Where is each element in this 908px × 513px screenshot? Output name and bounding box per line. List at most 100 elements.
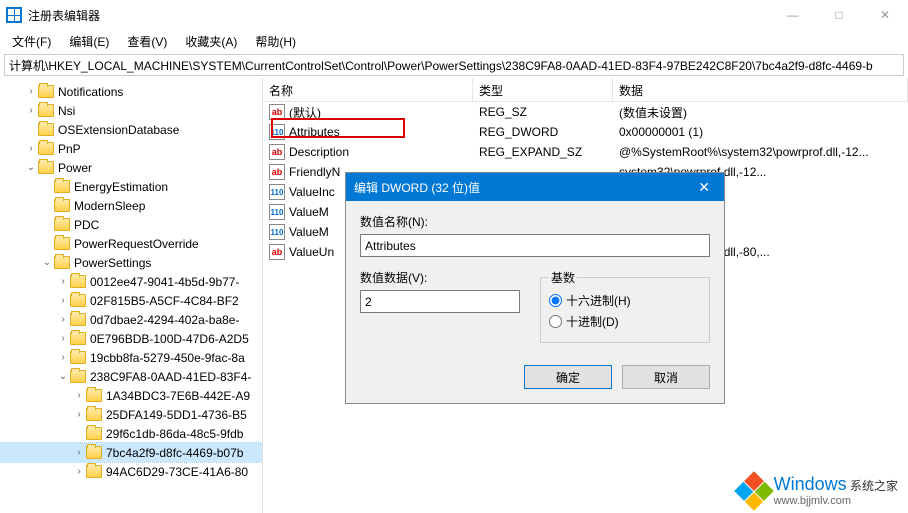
window-title: 注册表编辑器: [28, 7, 770, 24]
chevron-icon[interactable]: [56, 314, 70, 325]
ok-button[interactable]: 确定: [524, 365, 612, 389]
cancel-button[interactable]: 取消: [622, 365, 710, 389]
chevron-icon[interactable]: [40, 257, 54, 268]
list-row[interactable]: abDescriptionREG_EXPAND_SZ@%SystemRoot%\…: [263, 142, 908, 162]
watermark-text: Windows 系统之家 www.bjjmlv.com: [774, 474, 898, 507]
watermark-logo-icon: [734, 471, 774, 511]
col-header-data[interactable]: 数据: [613, 78, 908, 101]
radio-dec-input[interactable]: [549, 315, 562, 328]
tree-item[interactable]: 7bc4a2f9-d8fc-4469-b07b: [0, 443, 262, 462]
tree-item-label: Notifications: [58, 85, 123, 99]
string-value-icon: ab: [269, 164, 285, 180]
window-controls: — □ ✕: [770, 0, 908, 30]
chevron-icon[interactable]: [72, 447, 86, 458]
col-header-type[interactable]: 类型: [473, 78, 613, 101]
tree-item-label: ModernSleep: [74, 199, 145, 213]
binary-value-icon: 110: [269, 224, 285, 240]
folder-icon: [54, 237, 70, 250]
chevron-icon[interactable]: [56, 352, 70, 363]
value-type: REG_DWORD: [473, 125, 613, 139]
tree-item[interactable]: 25DFA149-5DD1-4736-B5: [0, 405, 262, 424]
tree-item-label: 19cbb8fa-5279-450e-9fac-8a: [90, 351, 245, 365]
chevron-icon[interactable]: [56, 371, 70, 382]
value-type: REG_SZ: [473, 105, 613, 119]
value-name-label: 数值名称(N):: [360, 213, 710, 230]
tree-item[interactable]: 29f6c1db-86da-48c5-9fdb: [0, 424, 262, 443]
menu-edit[interactable]: 编辑(E): [61, 31, 117, 52]
app-icon: [6, 7, 22, 23]
value-name: FriendlyN: [289, 165, 340, 179]
dialog-close-button[interactable]: ✕: [692, 179, 716, 196]
list-row[interactable]: 110AttributesREG_DWORD0x00000001 (1): [263, 122, 908, 142]
menu-help[interactable]: 帮助(H): [247, 31, 304, 52]
menu-favorites[interactable]: 收藏夹(A): [177, 31, 245, 52]
value-name: ValueInc: [289, 185, 335, 199]
folder-icon: [38, 104, 54, 117]
chevron-icon[interactable]: [56, 295, 70, 306]
tree-item-label: 1A34BDC3-7E6B-442E-A9: [106, 389, 250, 403]
close-button[interactable]: ✕: [862, 0, 908, 30]
maximize-button[interactable]: □: [816, 0, 862, 30]
folder-icon: [70, 332, 86, 345]
tree-item-label: PnP: [58, 142, 81, 156]
string-value-icon: ab: [269, 104, 285, 120]
address-bar[interactable]: 计算机\HKEY_LOCAL_MACHINE\SYSTEM\CurrentCon…: [4, 54, 904, 76]
tree-item[interactable]: PnP: [0, 139, 262, 158]
chevron-icon[interactable]: [56, 333, 70, 344]
title-bar: 注册表编辑器 — □ ✕: [0, 0, 908, 30]
tree-view[interactable]: Notifications NsiOSExtensionDatabase PnP Po…: [0, 78, 263, 513]
chevron-icon[interactable]: [24, 86, 38, 97]
dialog-body: 数值名称(N): 数值数据(V): 基数 十六进制(H) 十进制(D): [346, 201, 724, 355]
chevron-icon[interactable]: [72, 409, 86, 420]
chevron-icon[interactable]: [56, 276, 70, 287]
tree-item[interactable]: Power: [0, 158, 262, 177]
value-name: ValueM: [289, 225, 329, 239]
tree-item[interactable]: ModernSleep: [0, 196, 262, 215]
folder-icon: [86, 465, 102, 478]
dialog-title-bar[interactable]: 编辑 DWORD (32 位)值 ✕: [346, 173, 724, 201]
folder-icon: [54, 180, 70, 193]
tree-item-label: 238C9FA8-0AAD-41ED-83F4-: [90, 370, 251, 384]
tree-item[interactable]: 19cbb8fa-5279-450e-9fac-8a: [0, 348, 262, 367]
tree-item[interactable]: PowerSettings: [0, 253, 262, 272]
folder-icon: [86, 389, 102, 402]
tree-item[interactable]: 94AC6D29-73CE-41A6-80: [0, 462, 262, 481]
tree-item[interactable]: Notifications: [0, 82, 262, 101]
tree-item[interactable]: PDC: [0, 215, 262, 234]
tree-item[interactable]: 238C9FA8-0AAD-41ED-83F4-: [0, 367, 262, 386]
radio-hex-input[interactable]: [549, 294, 562, 307]
radio-hex[interactable]: 十六进制(H): [549, 292, 701, 309]
col-header-name[interactable]: 名称: [263, 78, 473, 101]
tree-item[interactable]: 0E796BDB-100D-47D6-A2D5: [0, 329, 262, 348]
chevron-icon[interactable]: [24, 143, 38, 154]
tree-item[interactable]: 1A34BDC3-7E6B-442E-A9: [0, 386, 262, 405]
radio-dec[interactable]: 十进制(D): [549, 313, 701, 330]
tree-item[interactable]: 0012ee47-9041-4b5d-9b77-: [0, 272, 262, 291]
chevron-icon[interactable]: [24, 105, 38, 116]
tree-item[interactable]: Nsi: [0, 101, 262, 120]
tree-item-label: 25DFA149-5DD1-4736-B5: [106, 408, 247, 422]
list-row[interactable]: ab(默认)REG_SZ(数值未设置): [263, 102, 908, 122]
folder-icon: [70, 351, 86, 364]
menu-file[interactable]: 文件(F): [4, 31, 59, 52]
chevron-icon[interactable]: [24, 162, 38, 173]
folder-icon: [54, 256, 70, 269]
tree-item[interactable]: EnergyEstimation: [0, 177, 262, 196]
tree-item[interactable]: OSExtensionDatabase: [0, 120, 262, 139]
chevron-icon[interactable]: [72, 390, 86, 401]
folder-icon: [70, 313, 86, 326]
value-name: Attributes: [289, 125, 340, 139]
tree-item-label: EnergyEstimation: [74, 180, 168, 194]
tree-item[interactable]: PowerRequestOverride: [0, 234, 262, 253]
tree-item-label: 7bc4a2f9-d8fc-4469-b07b: [106, 446, 243, 460]
menu-view[interactable]: 查看(V): [119, 31, 175, 52]
tree-item-label: PowerRequestOverride: [74, 237, 199, 251]
tree-item[interactable]: 02F815B5-A5CF-4C84-BF2: [0, 291, 262, 310]
value-data: @%SystemRoot%\system32\powrprof.dll,-12.…: [613, 145, 908, 159]
folder-icon: [38, 161, 54, 174]
tree-item[interactable]: 0d7dbae2-4294-402a-ba8e-: [0, 310, 262, 329]
minimize-button[interactable]: —: [770, 0, 816, 30]
value-name-input[interactable]: [360, 234, 710, 257]
value-data-input[interactable]: [360, 290, 520, 313]
chevron-icon[interactable]: [72, 466, 86, 477]
